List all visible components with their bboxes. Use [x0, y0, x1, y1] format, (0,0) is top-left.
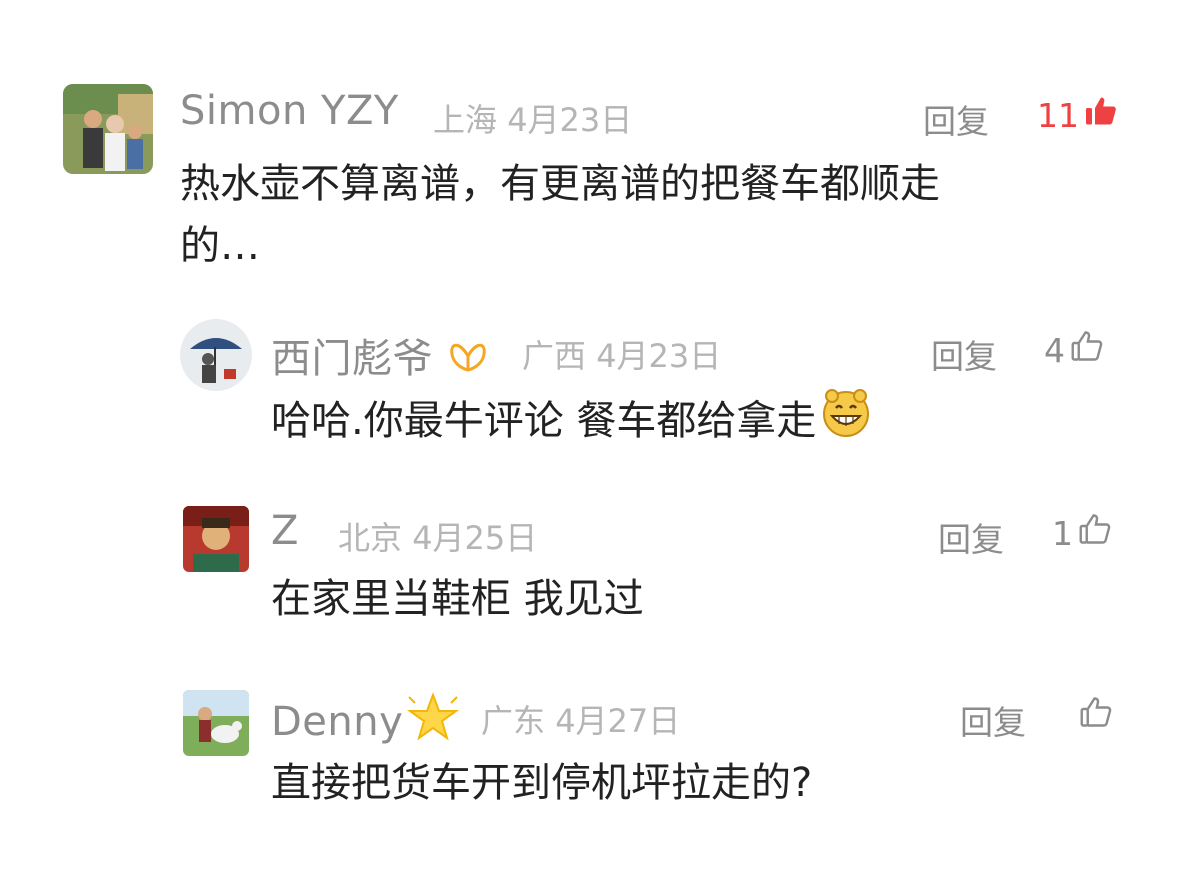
date: 4月25日	[412, 519, 538, 557]
thumbs-up-outline-icon	[1069, 328, 1105, 372]
comment-meta: 上海 4月23日	[433, 95, 632, 141]
thumbs-up-outline-icon	[1078, 694, 1114, 738]
comment-text-line: 哈哈.你最牛评论 餐车都给拿走	[271, 398, 817, 444]
thumbs-up-outline-icon	[1077, 511, 1113, 555]
like-count: 4	[1044, 330, 1065, 370]
username-text: 西门彪爷	[271, 336, 433, 382]
like-count: 1	[1052, 513, 1073, 553]
location: 北京	[338, 519, 403, 557]
comment-meta: 北京 4月25日	[338, 513, 537, 559]
like-button[interactable]: 1	[1052, 511, 1113, 555]
username[interactable]: 西门彪爷	[271, 326, 490, 386]
grinning-face-emoji	[820, 386, 872, 456]
comment-text: 在家里当鞋柜 我见过	[271, 576, 644, 622]
like-button[interactable]: 4	[1044, 328, 1105, 372]
thumbs-up-filled-icon	[1083, 93, 1119, 137]
comment-meta: 广东 4月27日	[481, 696, 680, 742]
username[interactable]: Simon YZY	[180, 88, 399, 134]
reply-button[interactable]: 回复	[938, 513, 1004, 561]
location: 广东	[481, 702, 546, 740]
date: 4月27日	[555, 702, 681, 740]
comment-text: 热水壶不算离谱，有更离谱的把餐车都顺走 的…	[180, 153, 1080, 277]
comment-text: 直接把货车开到停机坪拉走的?	[271, 760, 813, 806]
comment-text: 哈哈.你最牛评论 餐车都给拿走	[271, 386, 872, 456]
date: 4月23日	[507, 101, 633, 139]
like-button[interactable]	[1074, 694, 1114, 738]
star-badge-icon	[405, 691, 461, 753]
reply-button[interactable]: 回复	[923, 95, 989, 143]
avatar[interactable]	[183, 506, 249, 572]
reply-button[interactable]: 回复	[931, 330, 997, 378]
like-button[interactable]: 11	[1037, 93, 1119, 137]
like-count: 11	[1037, 95, 1079, 135]
comment-text-line: 的…	[180, 223, 260, 269]
vip-wings-icon	[446, 336, 490, 386]
username-text: Denny	[271, 699, 404, 745]
location: 广西	[522, 337, 587, 375]
avatar[interactable]	[183, 690, 249, 756]
location: 上海	[433, 101, 498, 139]
comment-text-line: 热水壶不算离谱，有更离谱的把餐车都顺走	[180, 161, 940, 207]
username[interactable]: Z	[271, 508, 299, 554]
avatar[interactable]	[63, 84, 153, 174]
comment-meta: 广西 4月23日	[522, 331, 721, 377]
avatar[interactable]	[180, 319, 252, 391]
date: 4月23日	[596, 337, 722, 375]
username[interactable]: Denny	[271, 691, 461, 753]
reply-button[interactable]: 回复	[960, 696, 1026, 744]
